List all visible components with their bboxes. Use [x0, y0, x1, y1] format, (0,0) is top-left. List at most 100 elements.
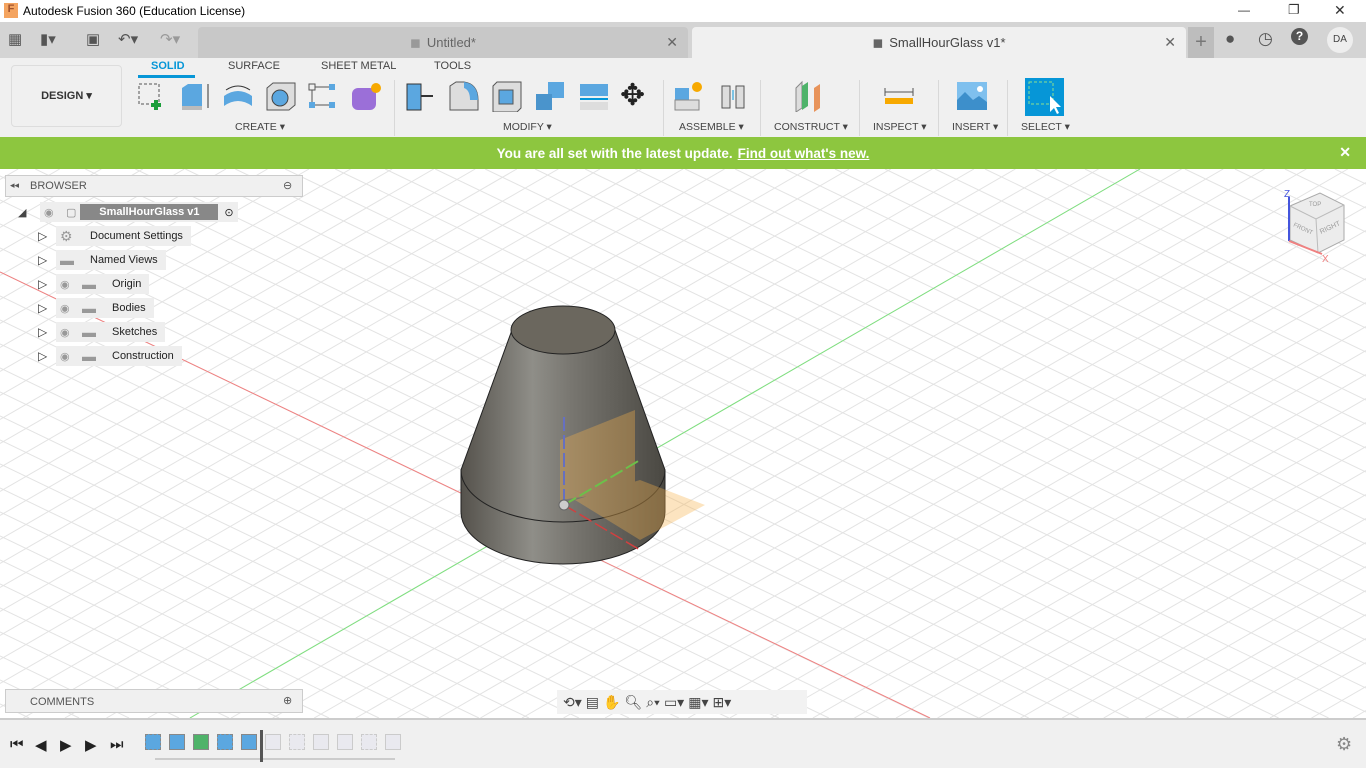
extensions-icon[interactable]: ● [1225, 29, 1235, 49]
extrude-icon[interactable] [180, 80, 212, 112]
tree-item[interactable]: ▷ ◉ ▬ Origin [38, 274, 150, 294]
timeline-feature-icon[interactable] [169, 734, 185, 750]
construct-menu[interactable]: CONSTRUCT ▾ [774, 121, 848, 133]
workspace-switcher[interactable]: DESIGN ▾ [11, 65, 122, 127]
go-to-end-icon[interactable]: ⏭ [110, 736, 124, 753]
visibility-eye-icon[interactable]: ◉ [60, 278, 82, 291]
fillet-icon[interactable] [448, 80, 480, 112]
tree-item[interactable]: ▷ ◉ ▬ Construction [38, 346, 182, 366]
job-status-clock-icon[interactable]: ◷ [1258, 29, 1273, 49]
user-avatar[interactable]: DA [1327, 27, 1353, 53]
revolve-icon[interactable] [222, 80, 254, 112]
minimize-button[interactable]: — [1238, 3, 1250, 17]
timeline-feature-icon[interactable] [241, 734, 257, 750]
timeline-feature-icon[interactable] [337, 734, 353, 750]
pan-hand-icon[interactable]: ✋ [603, 694, 620, 711]
timeline-feature-icon[interactable] [193, 734, 209, 750]
apps-grid-icon[interactable]: ▦ [8, 30, 22, 48]
tree-item[interactable]: ▷ ◉ ▬ Bodies [38, 298, 154, 318]
whats-new-link[interactable]: Find out what's new. [738, 146, 870, 161]
tab-tools[interactable]: TOOLS [434, 60, 471, 72]
insert-menu[interactable]: INSERT ▾ [952, 121, 998, 133]
visibility-eye-icon[interactable]: ◉ [60, 302, 82, 315]
timeline-feature-icon[interactable] [265, 734, 281, 750]
step-forward-icon[interactable]: ▶ [85, 736, 97, 754]
timeline-feature-icon[interactable] [217, 734, 233, 750]
3d-viewport[interactable]: Z X TOP FRONT RIGHT [0, 169, 1366, 718]
display-settings-icon[interactable]: ▭▾ [664, 694, 684, 711]
shell-icon[interactable] [491, 80, 523, 112]
expand-triangle-icon[interactable]: ▷ [38, 277, 56, 291]
create-form-icon[interactable] [350, 80, 382, 112]
expand-triangle-icon[interactable]: ▷ [38, 349, 56, 363]
zoom-window-icon[interactable]: ⌕▾ [646, 694, 660, 711]
restore-button[interactable]: ❐ [1288, 2, 1300, 18]
press-pull-icon[interactable] [405, 80, 437, 112]
timeline-feature-icon[interactable] [289, 734, 305, 750]
play-icon[interactable]: ▶ [60, 736, 72, 754]
visibility-eye-icon[interactable]: ◉ [44, 206, 66, 219]
expand-triangle-icon[interactable]: ▷ [38, 301, 56, 315]
offset-face-icon[interactable] [578, 80, 610, 112]
close-tab-icon[interactable]: ✕ [1164, 34, 1176, 51]
activate-radio-icon[interactable]: ⊙ [224, 206, 233, 219]
assemble-menu[interactable]: ASSEMBLE ▾ [679, 121, 744, 133]
tree-item[interactable]: ▷ ▬ Named Views [38, 250, 166, 270]
viewports-icon[interactable]: ⊞▾ [712, 694, 731, 711]
minimize-panel-icon[interactable]: ⊖ [283, 179, 292, 192]
pattern-icon[interactable] [307, 80, 339, 112]
close-tab-icon[interactable]: ✕ [666, 34, 678, 51]
close-button[interactable]: ✕ [1334, 2, 1346, 19]
visibility-eye-icon[interactable]: ◉ [60, 326, 82, 339]
timeline-settings-gear-icon[interactable]: ⚙ [1336, 734, 1352, 755]
visibility-eye-icon[interactable]: ◉ [60, 350, 82, 363]
select-menu[interactable]: SELECT ▾ [1021, 121, 1070, 133]
joint-icon[interactable] [718, 80, 750, 112]
timeline-feature-icon[interactable] [313, 734, 329, 750]
tab-solid[interactable]: SOLID [151, 60, 185, 72]
look-at-icon[interactable]: ▤ [586, 694, 599, 711]
orbit-icon[interactable]: ⟲▾ [563, 694, 582, 711]
add-comment-icon[interactable]: ⊕ [283, 694, 292, 707]
timeline-feature-icon[interactable] [145, 734, 161, 750]
offset-plane-icon[interactable] [794, 80, 826, 112]
new-component-icon[interactable] [673, 80, 705, 112]
create-menu[interactable]: CREATE ▾ [235, 121, 285, 133]
expand-triangle-icon[interactable]: ▷ [38, 253, 56, 267]
timeline-feature-icon[interactable] [361, 734, 377, 750]
zoom-icon[interactable]: 🔍︎ [624, 694, 642, 711]
measure-icon[interactable] [883, 80, 915, 112]
help-icon[interactable]: ? [1291, 28, 1308, 45]
modify-menu[interactable]: MODIFY ▾ [503, 121, 552, 133]
tree-item[interactable]: ▷ ◉ ▬ Sketches [38, 322, 166, 342]
tab-untitled[interactable]: ◼ Untitled* ✕ [198, 27, 688, 58]
tab-smallhourglass[interactable]: ◼ SmallHourGlass v1* ✕ [692, 27, 1186, 58]
go-to-start-icon[interactable]: ⏮ [10, 736, 24, 753]
redo-icon[interactable]: ↷▾ [160, 30, 180, 48]
file-menu-icon[interactable]: ▮▾ [40, 30, 56, 48]
hole-icon[interactable] [265, 80, 297, 112]
insert-image-icon[interactable] [956, 80, 988, 112]
select-icon[interactable] [1025, 78, 1064, 116]
tab-surface[interactable]: SURFACE [228, 60, 280, 72]
combine-icon[interactable] [534, 80, 566, 112]
create-sketch-icon[interactable] [136, 80, 168, 112]
undo-icon[interactable]: ↶▾ [118, 30, 138, 48]
expand-triangle-icon[interactable]: ▷ [38, 325, 56, 339]
tree-item[interactable]: ▷ ⚙ Document Settings [38, 226, 191, 246]
collapse-browser-icon[interactable]: ◂◂ [10, 180, 19, 191]
timeline-marker[interactable] [260, 730, 263, 762]
collapse-triangle-icon[interactable]: ◢ [18, 206, 40, 219]
timeline-feature-icon[interactable] [385, 734, 401, 750]
tab-sheet-metal[interactable]: SHEET METAL [321, 60, 396, 72]
new-tab-button[interactable]: + [1188, 27, 1214, 58]
viewcube-top[interactable]: TOP [1309, 202, 1321, 208]
step-back-icon[interactable]: ◀ [35, 736, 47, 754]
save-icon[interactable]: ▣ [86, 30, 100, 48]
expand-triangle-icon[interactable]: ▷ [38, 229, 56, 243]
grid-settings-icon[interactable]: ▦▾ [688, 694, 708, 711]
tree-root[interactable]: ◢ ◉ ▢ SmallHourGlass v1 ⊙ [18, 202, 238, 222]
move-copy-icon[interactable]: ✥ [620, 78, 645, 113]
inspect-menu[interactable]: INSPECT ▾ [873, 121, 927, 133]
close-banner-icon[interactable]: ✕ [1339, 144, 1351, 161]
